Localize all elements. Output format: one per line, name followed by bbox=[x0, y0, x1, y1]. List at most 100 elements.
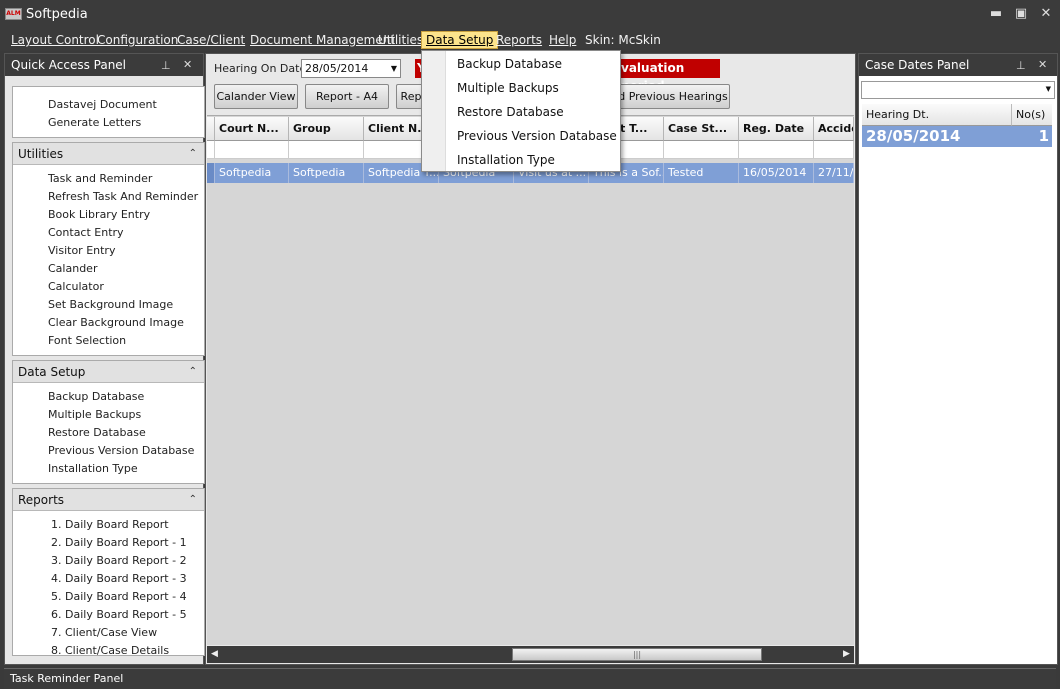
utilities-title-text: Utilities bbox=[18, 147, 64, 161]
menu-case-client[interactable]: Case/Client bbox=[177, 32, 245, 49]
hearing-date-picker[interactable]: 28/05/2014 ▼ bbox=[301, 59, 401, 78]
data-setup-dropdown: Backup Database Multiple Backups Restore… bbox=[421, 50, 621, 172]
case-dates-panel: Case Dates Panel ⊥ ✕ ▼ Hearing Dt. No(s)… bbox=[858, 53, 1058, 665]
link-report-8[interactable]: 8. Client/Case Details bbox=[51, 644, 169, 655]
link-font-selection[interactable]: Font Selection bbox=[48, 334, 126, 347]
link-task-and-reminder[interactable]: Task and Reminder bbox=[48, 172, 152, 185]
horizontal-scrollbar[interactable]: ◀ ||| ▶ bbox=[207, 646, 854, 663]
count-cell: 1 bbox=[1038, 127, 1049, 145]
cell-accident[interactable]: 27/11/2 bbox=[814, 163, 854, 183]
case-dates-filter-select[interactable]: ▼ bbox=[861, 81, 1055, 99]
previous-hearings-button[interactable]: d Previous Hearings bbox=[616, 84, 730, 109]
menu-installation-type[interactable]: Installation Type bbox=[457, 153, 555, 167]
menu-data-setup[interactable]: Data Setup bbox=[421, 31, 499, 49]
col-reg-date[interactable]: Reg. Date bbox=[739, 117, 814, 141]
link-calculator[interactable]: Calculator bbox=[48, 280, 104, 293]
scroll-left-icon[interactable]: ◀ bbox=[211, 649, 218, 659]
link-book-library[interactable]: Book Library Entry bbox=[48, 208, 150, 221]
menu-backup-database[interactable]: Backup Database bbox=[457, 57, 562, 71]
filter-indicator bbox=[207, 141, 215, 159]
cell-reg-date[interactable]: 16/05/2014 bbox=[739, 163, 814, 183]
collapse-icon[interactable]: ⌃ bbox=[189, 489, 197, 511]
col-hearing-date[interactable]: Hearing Dt. bbox=[862, 104, 1012, 126]
maximize-button[interactable]: ▣ bbox=[1012, 6, 1030, 22]
data-setup-group-title[interactable]: Data Setup ⌃ bbox=[13, 361, 204, 383]
link-calander[interactable]: Calander bbox=[48, 262, 97, 275]
menu-multiple-backups[interactable]: Multiple Backups bbox=[457, 81, 559, 95]
link-refresh-task[interactable]: Refresh Task And Reminder bbox=[48, 190, 198, 203]
reports-group: Reports ⌃ 1. Daily Board Report 2. Daily … bbox=[12, 488, 205, 656]
link-contact-entry[interactable]: Contact Entry bbox=[48, 226, 124, 239]
case-dates-panel-title: Case Dates Panel bbox=[859, 54, 1057, 76]
link-report-3[interactable]: 3. Daily Board Report - 2 bbox=[51, 554, 187, 567]
close-icon[interactable]: ✕ bbox=[183, 58, 192, 71]
data-setup-title-text: Data Setup bbox=[18, 365, 86, 379]
link-report-1[interactable]: 1. Daily Board Report bbox=[51, 518, 169, 531]
filter-cell[interactable] bbox=[664, 141, 739, 159]
app-icon[interactable]: ALM bbox=[5, 8, 22, 20]
link-generate-letters[interactable]: Generate Letters bbox=[48, 116, 141, 129]
col-count[interactable]: No(s) bbox=[1012, 104, 1052, 126]
link-backup-database[interactable]: Backup Database bbox=[48, 390, 144, 403]
link-dastavej-document[interactable]: Dastavej Document bbox=[48, 98, 157, 111]
menu-reports[interactable]: Reports bbox=[496, 32, 542, 49]
title-bar: ALM Softpedia ▬ ▣ ✕ bbox=[0, 0, 1060, 29]
col-accident[interactable]: Accide bbox=[814, 117, 854, 141]
dropdown-arrow-icon[interactable]: ▼ bbox=[1046, 85, 1051, 93]
link-report-7[interactable]: 7. Client/Case View bbox=[51, 626, 157, 639]
report-a4-button[interactable]: Report - A4 bbox=[305, 84, 389, 109]
table-row[interactable]: 28/05/2014 1 bbox=[862, 126, 1052, 147]
minimize-button[interactable]: ▬ bbox=[987, 6, 1005, 22]
link-installation-type[interactable]: Installation Type bbox=[48, 462, 138, 475]
col-group[interactable]: Group bbox=[289, 117, 364, 141]
scroll-right-icon[interactable]: ▶ bbox=[843, 649, 850, 659]
close-icon[interactable]: ✕ bbox=[1038, 58, 1047, 71]
menu-configuration[interactable]: Configuration bbox=[97, 32, 178, 49]
row-indicator bbox=[207, 163, 215, 183]
dropdown-arrow-icon[interactable]: ▼ bbox=[391, 60, 397, 77]
collapse-icon[interactable]: ⌃ bbox=[189, 143, 197, 165]
task-reminder-panel-title: Task Reminder Panel bbox=[10, 672, 124, 685]
link-report-4[interactable]: 4. Daily Board Report - 3 bbox=[51, 572, 187, 585]
filter-cell[interactable] bbox=[739, 141, 814, 159]
quick-access-panel-title: Quick Access Panel bbox=[5, 54, 203, 76]
menu-previous-version-database[interactable]: Previous Version Database bbox=[457, 129, 617, 143]
link-restore-database[interactable]: Restore Database bbox=[48, 426, 146, 439]
link-report-5[interactable]: 5. Daily Board Report - 4 bbox=[51, 590, 187, 603]
calendar-view-button[interactable]: Calander View bbox=[214, 84, 298, 109]
col-case-status[interactable]: Case St... bbox=[664, 117, 739, 141]
menu-help[interactable]: Help bbox=[549, 32, 576, 49]
close-button[interactable]: ✕ bbox=[1037, 6, 1055, 22]
filter-cell[interactable] bbox=[215, 141, 289, 159]
window-title: Softpedia bbox=[26, 7, 88, 22]
filter-cell[interactable] bbox=[814, 141, 854, 159]
link-set-background[interactable]: Set Background Image bbox=[48, 298, 173, 311]
link-report-2[interactable]: 2. Daily Board Report - 1 bbox=[51, 536, 187, 549]
quick-access-panel: Quick Access Panel ⊥ ✕ Dastavej Document… bbox=[4, 53, 205, 665]
link-clear-background[interactable]: Clear Background Image bbox=[48, 316, 184, 329]
menu-layout-control[interactable]: Layout Control bbox=[11, 32, 99, 49]
cell-court-name[interactable]: Softpedia bbox=[215, 163, 289, 183]
link-previous-version-database[interactable]: Previous Version Database bbox=[48, 444, 194, 457]
row-indicator-header bbox=[207, 117, 215, 141]
utilities-group-title[interactable]: Utilities ⌃ bbox=[13, 143, 204, 165]
scroll-thumb[interactable]: ||| bbox=[512, 648, 762, 661]
cell-case-status[interactable]: Tested bbox=[664, 163, 739, 183]
link-multiple-backups[interactable]: Multiple Backups bbox=[48, 408, 141, 421]
link-report-6[interactable]: 6. Daily Board Report - 5 bbox=[51, 608, 187, 621]
pin-icon[interactable]: ⊥ bbox=[161, 59, 171, 72]
filter-cell[interactable] bbox=[289, 141, 364, 159]
col-court-name[interactable]: Court N... bbox=[215, 117, 289, 141]
menu-bar: Layout Control Configuration Case/Client… bbox=[0, 29, 1060, 51]
reports-group-title[interactable]: Reports ⌃ bbox=[13, 489, 204, 511]
hearing-date-value: 28/05/2014 bbox=[305, 62, 369, 75]
pin-icon[interactable]: ⊥ bbox=[1016, 59, 1026, 72]
menu-skin[interactable]: Skin: McSkin bbox=[585, 32, 661, 49]
collapse-icon[interactable]: ⌃ bbox=[189, 361, 197, 383]
menu-utilities[interactable]: Utilities bbox=[378, 32, 423, 49]
cell-group[interactable]: Softpedia bbox=[289, 163, 364, 183]
task-reminder-panel[interactable]: Task Reminder Panel bbox=[4, 668, 1056, 689]
link-visitor-entry[interactable]: Visitor Entry bbox=[48, 244, 115, 257]
menu-document-management[interactable]: Document Management bbox=[250, 32, 395, 49]
menu-restore-database[interactable]: Restore Database bbox=[457, 105, 564, 119]
